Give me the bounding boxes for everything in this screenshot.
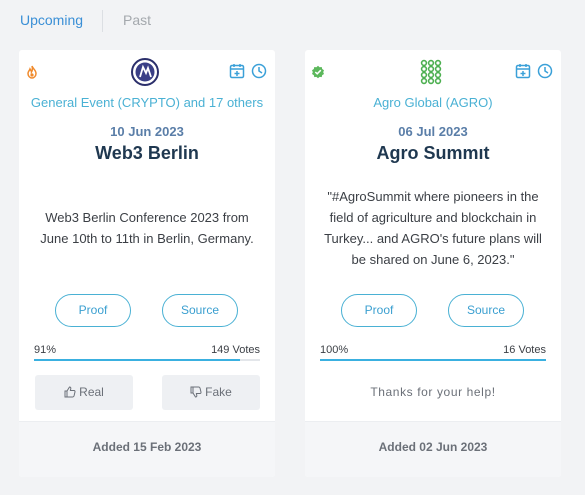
event-card: General Event (CRYPTO) and 17 others 10 … <box>19 50 275 477</box>
event-date: 10 Jun 2023 <box>110 124 184 139</box>
vote-progress-bar <box>34 359 260 361</box>
source-button[interactable]: Source <box>162 294 238 327</box>
vote-percent: 91% <box>34 344 57 356</box>
proof-button[interactable]: Proof <box>341 294 417 327</box>
vote-real-button[interactable]: Real <box>35 375 133 410</box>
vote-percent: 100% <box>320 344 349 356</box>
event-coins-link[interactable]: Agro Global (AGRO) <box>305 95 561 110</box>
verified-check-icon <box>312 65 324 79</box>
thanks-message: Thanks for your help! <box>370 385 496 399</box>
event-tabs: Upcoming Past <box>0 0 585 40</box>
card-footer: Added 15 Feb 2023 <box>19 421 275 477</box>
proof-button[interactable]: Proof <box>55 294 131 327</box>
vote-count: 149 Votes <box>211 344 260 356</box>
vote-stats: 91% 149 Votes <box>34 344 260 358</box>
agro-logo <box>420 59 442 85</box>
event-card: Agro Global (AGRO) 06 Jul 2023 Agro Summ… <box>305 50 561 477</box>
added-date: Added 15 Feb 2023 <box>92 440 202 454</box>
vote-real-label: Real <box>79 385 104 399</box>
vote-progress-bar <box>320 359 546 361</box>
added-date: Added 02 Jun 2023 <box>378 440 488 454</box>
clock-icon[interactable] <box>251 63 267 79</box>
vote-progress-fill <box>320 359 546 361</box>
crypto-logo <box>131 58 159 86</box>
event-coins-link[interactable]: General Event (CRYPTO) and 17 others <box>19 95 275 110</box>
event-description: Web3 Berlin Conference 2023 from June 10… <box>40 210 254 246</box>
vote-stats: 100% 16 Votes <box>320 344 546 358</box>
card-footer: Added 02 Jun 2023 <box>305 421 561 477</box>
tab-divider <box>102 10 103 32</box>
vote-fake-label: Fake <box>205 385 232 399</box>
event-title: Web3 Berlin <box>95 143 199 163</box>
event-title: Agro Summıt <box>376 143 490 163</box>
thumbs-down-icon <box>190 386 202 398</box>
source-button[interactable]: Source <box>448 294 524 327</box>
calendar-add-icon[interactable] <box>229 63 245 79</box>
event-description: "#AgroSummit where pioneers in the field… <box>324 189 542 267</box>
clock-icon[interactable] <box>537 63 553 79</box>
calendar-add-icon[interactable] <box>515 63 531 79</box>
vote-count: 16 Votes <box>503 344 546 356</box>
vote-progress-fill <box>34 359 240 361</box>
thumbs-up-icon <box>64 386 76 398</box>
vote-fake-button[interactable]: Fake <box>162 375 260 410</box>
tab-upcoming[interactable]: Upcoming <box>20 12 83 28</box>
tab-past[interactable]: Past <box>123 12 151 28</box>
fire-icon <box>27 65 37 79</box>
event-date: 06 Jul 2023 <box>398 124 468 139</box>
